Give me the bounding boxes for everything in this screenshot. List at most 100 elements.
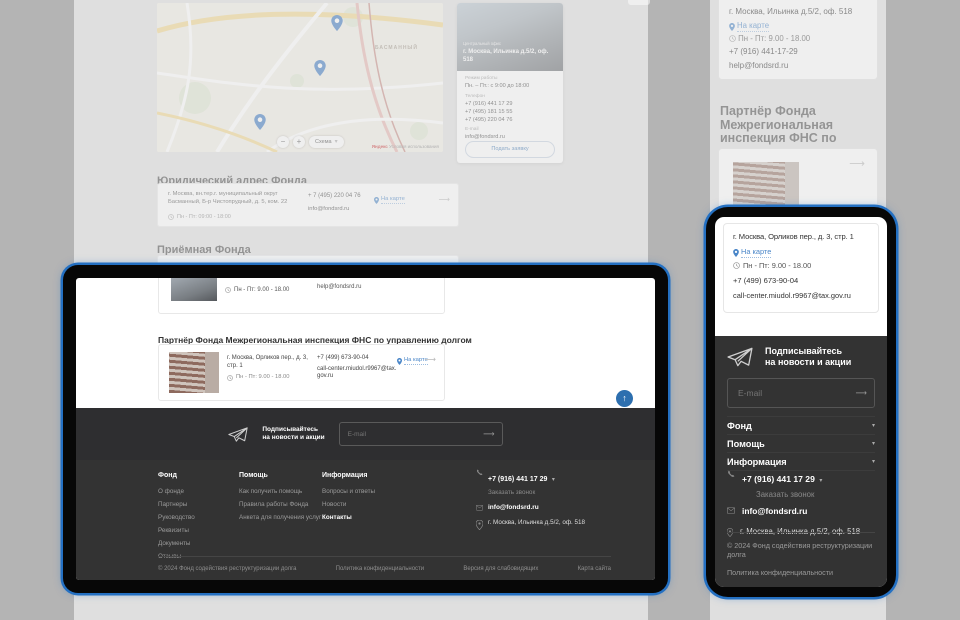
map-layer-selector[interactable]: Схема ▾: [309, 136, 344, 148]
footer-phone[interactable]: +7 (916) 441 17 29: [742, 474, 815, 484]
phone-value[interactable]: +7 (916) 441 17 29: [465, 101, 512, 107]
legal-email[interactable]: info@fondsrd.ru: [308, 206, 349, 212]
tablet-screen: Пн - Пт: 9.00 - 18.00 help@fondsrd.ru Па…: [76, 278, 655, 580]
footer-link-get-help[interactable]: Как получить помощь: [239, 488, 321, 495]
footer-link-contacts[interactable]: Контакты: [322, 514, 375, 521]
partner-contact-column: +7 (499) 673-90-04 call-center.miudol.r9…: [317, 355, 397, 381]
footer-callback-link[interactable]: Заказать звонок: [488, 489, 555, 496]
mobile-office-phone[interactable]: +7 (916) 441-17-29: [729, 47, 798, 56]
map-pin-icon[interactable]: [331, 15, 343, 31]
chevron-down-icon[interactable]: ▾: [552, 477, 555, 483]
footer-link-requisites[interactable]: Реквизиты: [158, 527, 195, 534]
central-office-card: Центральный офис г. Москва, Ильинка д.5/…: [457, 3, 563, 163]
phone-value[interactable]: +7 (495) 181 15 55: [465, 109, 512, 115]
footer-phone[interactable]: +7 (916) 441 17 29: [488, 476, 547, 483]
partial-top-element: [628, 0, 650, 5]
map-zoom-out-button[interactable]: −: [277, 136, 289, 148]
subscribe-title-line1: Подписывайтесь: [765, 346, 851, 357]
legal-address-card: г. Москва, вн.тер.г. муниципальный округ…: [157, 183, 459, 227]
subscribe-input-wrap: ⟶: [339, 422, 503, 446]
map-zoom-in-button[interactable]: +: [293, 136, 305, 148]
phone-map-link-text: На карте: [741, 247, 771, 258]
arrow-right-icon[interactable]: ⟶: [849, 157, 865, 170]
subscribe-email-input[interactable]: [728, 379, 874, 407]
footer-column-info: Информация Вопросы и ответы Новости Конт…: [322, 472, 375, 527]
office-photo-caption: г. Москва, Ильинка д.5/2, оф. 518: [463, 49, 557, 64]
footer-column-help: Помощь Как получить помощь Правила работ…: [239, 472, 321, 527]
phones-label: Телефон: [465, 94, 485, 99]
mobile-office-card: г. Москва, Ильинка д.5/2, оф. 518 На кар…: [718, 0, 878, 80]
clock-icon: [729, 35, 736, 42]
phone-map-link[interactable]: На карте: [733, 247, 771, 258]
phone-partner-phone[interactable]: +7 (499) 673-90-04: [733, 276, 798, 285]
tablet-partner-card: г. Москва, Орликов пер., д. 3, стр. 1 Пн…: [158, 344, 445, 401]
footer-link-news[interactable]: Новости: [322, 501, 375, 508]
partner-building-photo: [169, 352, 219, 393]
arrow-right-icon[interactable]: ⟶: [425, 355, 436, 364]
legal-hours-text: Пн - Пт: 09:00 - 18:00: [177, 214, 231, 220]
chevron-down-icon: ▾: [335, 136, 338, 148]
footer-copyright: © 2024 Фонд содействия реструктуризации …: [727, 541, 875, 559]
legal-map-link[interactable]: На карте: [374, 196, 405, 204]
phone-screen: г. Москва, Орликов пер., д. 3, стр. 1 На…: [715, 217, 887, 587]
mobile-office-email[interactable]: help@fondsrd.ru: [729, 61, 788, 70]
accordion-item-help[interactable]: Помощь ▾: [727, 435, 875, 453]
map-attribution: Яндекс Условия использования: [372, 144, 439, 149]
footer-email[interactable]: info@fondsrd.ru: [742, 506, 807, 516]
email-value[interactable]: info@fondsrd.ru: [465, 134, 505, 140]
subscribe-submit-arrow[interactable]: ⟶: [856, 389, 867, 398]
mobile-map-link[interactable]: На карте: [729, 21, 769, 32]
accordion-item-fond[interactable]: Фонд ▾: [727, 416, 875, 435]
legal-phone[interactable]: + 7 (495) 220 04 76: [308, 193, 361, 199]
footer-accessibility-link[interactable]: Версия для слабовидящих: [463, 566, 538, 572]
paper-plane-icon: [727, 347, 753, 367]
footer-callback-link[interactable]: Заказать звонок: [756, 490, 822, 499]
footer-accessibility-link[interactable]: Версия для слабовидящих: [727, 586, 817, 587]
footer-email-row: info@fondsrd.ru: [727, 506, 875, 516]
footer-link-partners[interactable]: Партнеры: [158, 501, 195, 508]
footer-sitemap-link[interactable]: Карта сайта: [578, 566, 611, 572]
phone-partner-email[interactable]: call-center.miudol.r9967@tax.gov.ru: [733, 291, 851, 300]
partner-email[interactable]: call-center.miudol.r9967@tax.gov.ru: [317, 366, 397, 381]
subscribe-title-line2: на новости и акции: [765, 357, 851, 368]
mobile-office-address: г. Москва, Ильинка д.5/2, оф. 518: [729, 7, 852, 16]
map-scheme-label: Схема: [315, 136, 332, 148]
clock-icon: [227, 375, 233, 381]
partner-map-link[interactable]: На карте: [397, 357, 428, 365]
phone-icon: [476, 469, 483, 476]
footer-privacy-link[interactable]: Политика конфиденциальности: [336, 566, 425, 572]
paper-plane-icon: [228, 427, 248, 442]
footer-link-faq[interactable]: Вопросы и ответы: [322, 488, 375, 495]
map-terms-link[interactable]: Условия использования: [389, 144, 439, 149]
apply-request-button[interactable]: Подать заявку: [465, 141, 555, 158]
footer-link-rules[interactable]: Правила работы Фонда: [239, 501, 321, 508]
footer-link-management[interactable]: Руководство: [158, 514, 195, 521]
reception-email[interactable]: help@fondsrd.ru: [317, 284, 361, 290]
footer-sitemap-link[interactable]: Карта сайта: [835, 586, 875, 587]
chevron-down-icon[interactable]: ▾: [819, 478, 822, 484]
footer-link-documents[interactable]: Документы: [158, 540, 195, 547]
subscribe-input-wrap: ⟶: [727, 378, 875, 408]
phone-partner-card: г. Москва, Орликов пер., д. 3, стр. 1 На…: [723, 223, 879, 313]
partner-address-column: г. Москва, Орликов пер., д. 3, стр. 1 Пн…: [227, 355, 311, 382]
scroll-to-top-button[interactable]: ↑: [616, 390, 633, 407]
footer-email[interactable]: info@fondsrd.ru: [488, 504, 539, 511]
partner-phone[interactable]: +7 (499) 673-90-04: [317, 355, 397, 363]
phone-value[interactable]: +7 (495) 220 04 76: [465, 117, 512, 123]
footer-link-form[interactable]: Анкета для получения услуг: [239, 514, 321, 521]
footer-link-about[interactable]: О фонде: [158, 488, 195, 495]
map-pin-icon[interactable]: [314, 60, 326, 76]
pin-icon: [733, 249, 739, 257]
arrow-right-icon[interactable]: ⟶: [439, 195, 450, 204]
pin-icon: [374, 197, 379, 204]
yandex-map[interactable]: БАСМАННЫЙ − + Схема ▾ Яндекс Условия исп: [157, 3, 443, 152]
yandex-logo[interactable]: Яндекс: [372, 144, 388, 149]
footer-contacts: +7 (916) 441 17 29 ▾ Заказать звонок inf…: [476, 468, 611, 538]
footer-privacy-link[interactable]: Политика конфиденциальности: [727, 568, 875, 577]
pin-icon: [397, 358, 402, 365]
subscribe-email-input[interactable]: [340, 423, 502, 445]
office-photo: Центральный офис г. Москва, Ильинка д.5/…: [457, 3, 563, 71]
map-pin-icon[interactable]: [254, 114, 266, 130]
footer-contacts: +7 (916) 441 17 29 ▾ Заказать звонок inf…: [727, 469, 875, 537]
subscribe-submit-arrow[interactable]: ⟶: [483, 430, 494, 439]
